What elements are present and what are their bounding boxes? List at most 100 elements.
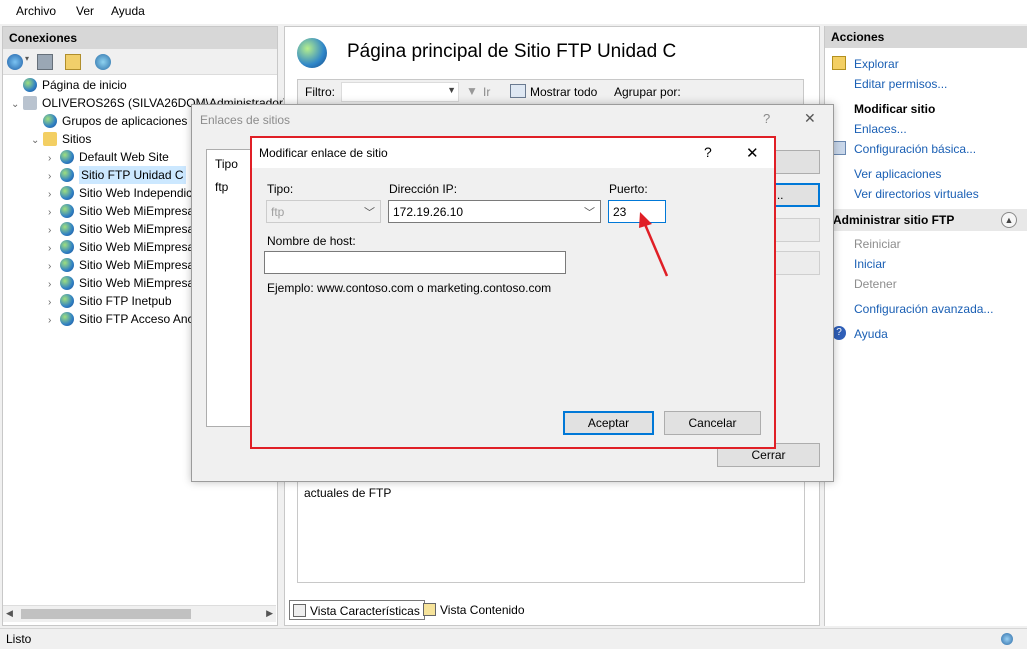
expand-arrow-icon[interactable]: ⌄ xyxy=(31,132,43,150)
scroll-thumb[interactable] xyxy=(21,609,191,619)
basic-settings-icon xyxy=(832,141,846,155)
edit-binding-close-icon[interactable]: ✕ xyxy=(746,144,759,162)
site-bindings-close-icon[interactable]: ✕ xyxy=(804,110,816,127)
edit-binding-dialog: Modificar enlace de sitio ? ✕ Tipo: ftp … xyxy=(250,136,776,449)
disconnect-icon[interactable] xyxy=(95,54,111,70)
manage-ftp-header: Administrar sitio FTP xyxy=(833,213,955,227)
binding-row-type[interactable]: ftp xyxy=(215,180,228,194)
group-by-label[interactable]: Agrupar por: xyxy=(614,85,681,99)
ok-button[interactable]: Aceptar xyxy=(563,411,654,435)
tree-item-label: Sitios xyxy=(62,132,92,146)
host-name-input[interactable] xyxy=(264,251,566,274)
ip-dropdown-icon[interactable]: ﹀ xyxy=(584,204,595,220)
connections-toolbar: ▾ xyxy=(3,49,277,75)
status-text: Listo xyxy=(6,632,32,646)
tree-item-label: Default Web Site xyxy=(79,150,169,164)
port-value: 23 xyxy=(613,205,627,219)
show-all-icon[interactable] xyxy=(510,84,526,98)
show-all-button[interactable]: Mostrar todo xyxy=(530,85,597,99)
expand-arrow-icon[interactable]: › xyxy=(48,312,60,330)
action-reiniciar: Reiniciar xyxy=(854,237,901,251)
filter-funnel-icon[interactable]: ▼ xyxy=(466,84,478,98)
ftp-site-globe-icon xyxy=(297,38,327,68)
menu-bar: Archivo Ver Ayuda xyxy=(0,0,1027,24)
site-globe-icon xyxy=(60,204,74,218)
tree-item[interactable]: › Sitio FTP Inetpub xyxy=(48,292,172,310)
collapse-icon[interactable]: ▲ xyxy=(1001,212,1017,228)
ip-address-select[interactable]: 172.19.26.10 ﹀ xyxy=(388,200,601,223)
menu-ver[interactable]: Ver xyxy=(76,4,94,18)
tab-content-view[interactable]: Vista Contenido xyxy=(420,600,529,620)
column-tipo[interactable]: Tipo xyxy=(215,157,238,171)
type-value: ftp xyxy=(271,205,285,219)
page-title: Página principal de Sitio FTP Unidad C xyxy=(347,41,677,62)
menu-ayuda[interactable]: Ayuda xyxy=(111,4,145,18)
scroll-right-icon[interactable]: ▶ xyxy=(266,608,273,619)
filter-label: Filtro: xyxy=(305,85,335,99)
edit-binding-title: Modificar enlace de sitio xyxy=(259,146,388,160)
actions-pane: Acciones Explorar Editar permisos... Mod… xyxy=(824,26,1027,626)
action-ver-directorios-virtuales[interactable]: Ver directorios virtuales xyxy=(854,187,979,201)
site-globe-icon xyxy=(60,240,74,254)
actions-header: Acciones xyxy=(825,26,1027,48)
tree-item[interactable]: ⌄ OLIVEROS26S (SILVA26DOM\Administrador) xyxy=(11,94,287,114)
action-configuracion-basica[interactable]: Configuración básica... xyxy=(854,142,976,156)
filter-input[interactable]: ▼ xyxy=(341,82,459,102)
tree-item[interactable]: › Sitio Web MiEmpresa xyxy=(48,202,194,220)
go-button[interactable]: Ir xyxy=(483,85,490,99)
site-bindings-title: Enlaces de sitios xyxy=(200,113,291,127)
tab-content-label: Vista Contenido xyxy=(440,603,525,617)
action-ver-aplicaciones[interactable]: Ver aplicaciones xyxy=(854,167,941,181)
tree-item-label: Sitio Web MiEmpresa xyxy=(79,222,195,236)
tree-item-label: Sitio FTP Unidad C xyxy=(79,166,186,184)
help-icon: ? xyxy=(832,326,846,340)
tree-item[interactable]: › Sitio Web MiEmpresa xyxy=(48,220,194,238)
edit-binding-help-icon[interactable]: ? xyxy=(704,144,712,160)
ip-value: 172.19.26.10 xyxy=(393,205,464,219)
type-label: Tipo: xyxy=(267,182,294,196)
sites-folder-icon xyxy=(43,132,57,146)
tree-item[interactable]: Grupos de aplicaciones xyxy=(31,112,187,130)
tree-item-label: Sitio Web MiEmpresa xyxy=(79,204,195,218)
annotation-arrow-icon xyxy=(639,212,669,277)
type-select: ftp ﹀ xyxy=(266,200,381,223)
action-configuracion-avanzada[interactable]: Configuración avanzada... xyxy=(854,302,993,316)
ip-label: Dirección IP: xyxy=(389,182,458,196)
tree-item[interactable]: Página de inicio xyxy=(11,76,127,94)
action-explorar[interactable]: Explorar xyxy=(854,57,899,71)
filter-dropdown-icon[interactable]: ▼ xyxy=(447,85,456,95)
site-globe-icon xyxy=(60,276,74,290)
save-icon[interactable] xyxy=(37,54,53,70)
explore-icon xyxy=(832,56,846,70)
menu-archivo[interactable]: Archivo xyxy=(16,4,56,18)
host-example-text: Ejemplo: www.contoso.com o marketing.con… xyxy=(267,281,552,295)
tree-item[interactable]: › Sitio FTP Acceso Anc xyxy=(48,310,194,330)
tree-item[interactable]: › Sitio FTP Unidad C xyxy=(48,166,186,184)
tree-item[interactable]: › Sitio Web MiEmpresa xyxy=(48,238,194,256)
tree-item[interactable]: › Sitio Web Independic xyxy=(48,184,192,202)
connect-icon[interactable] xyxy=(7,54,23,70)
site-bindings-help-icon[interactable]: ? xyxy=(763,111,770,126)
site-globe-icon xyxy=(60,312,74,326)
connections-hscrollbar[interactable]: ◀ ▶ xyxy=(3,605,276,622)
scroll-left-icon[interactable]: ◀ xyxy=(6,608,13,619)
tree-item[interactable]: › Sitio Web MiEmpresa xyxy=(48,256,194,274)
tab-features-view[interactable]: Vista Características xyxy=(289,600,425,620)
action-enlaces[interactable]: Enlaces... xyxy=(854,122,907,136)
action-ayuda[interactable]: Ayuda xyxy=(854,327,888,341)
expand-arrow-icon[interactable]: ⌄ xyxy=(11,96,23,114)
tree-item[interactable]: › Default Web Site xyxy=(48,148,169,166)
action-iniciar[interactable]: Iniciar xyxy=(854,257,886,271)
folder-up-icon[interactable] xyxy=(65,54,81,70)
edit-binding-titlebar: Modificar enlace de sitio ? ✕ xyxy=(252,138,774,168)
tree-item-label: Sitio Web MiEmpresa xyxy=(79,240,195,254)
tree-item-label: Sitio Web MiEmpresa xyxy=(79,276,195,290)
cancel-button[interactable]: Cancelar xyxy=(664,411,761,435)
action-editar-permisos[interactable]: Editar permisos... xyxy=(854,77,947,91)
port-label: Puerto: xyxy=(609,182,648,196)
cancel-label: Cancelar xyxy=(688,416,737,430)
tree-item[interactable]: › Sitio Web MiEmpresa xyxy=(48,274,194,292)
site-globe-icon xyxy=(60,150,74,164)
tree-item[interactable]: ⌄ Sitios xyxy=(31,130,91,150)
site-globe-icon xyxy=(60,222,74,236)
